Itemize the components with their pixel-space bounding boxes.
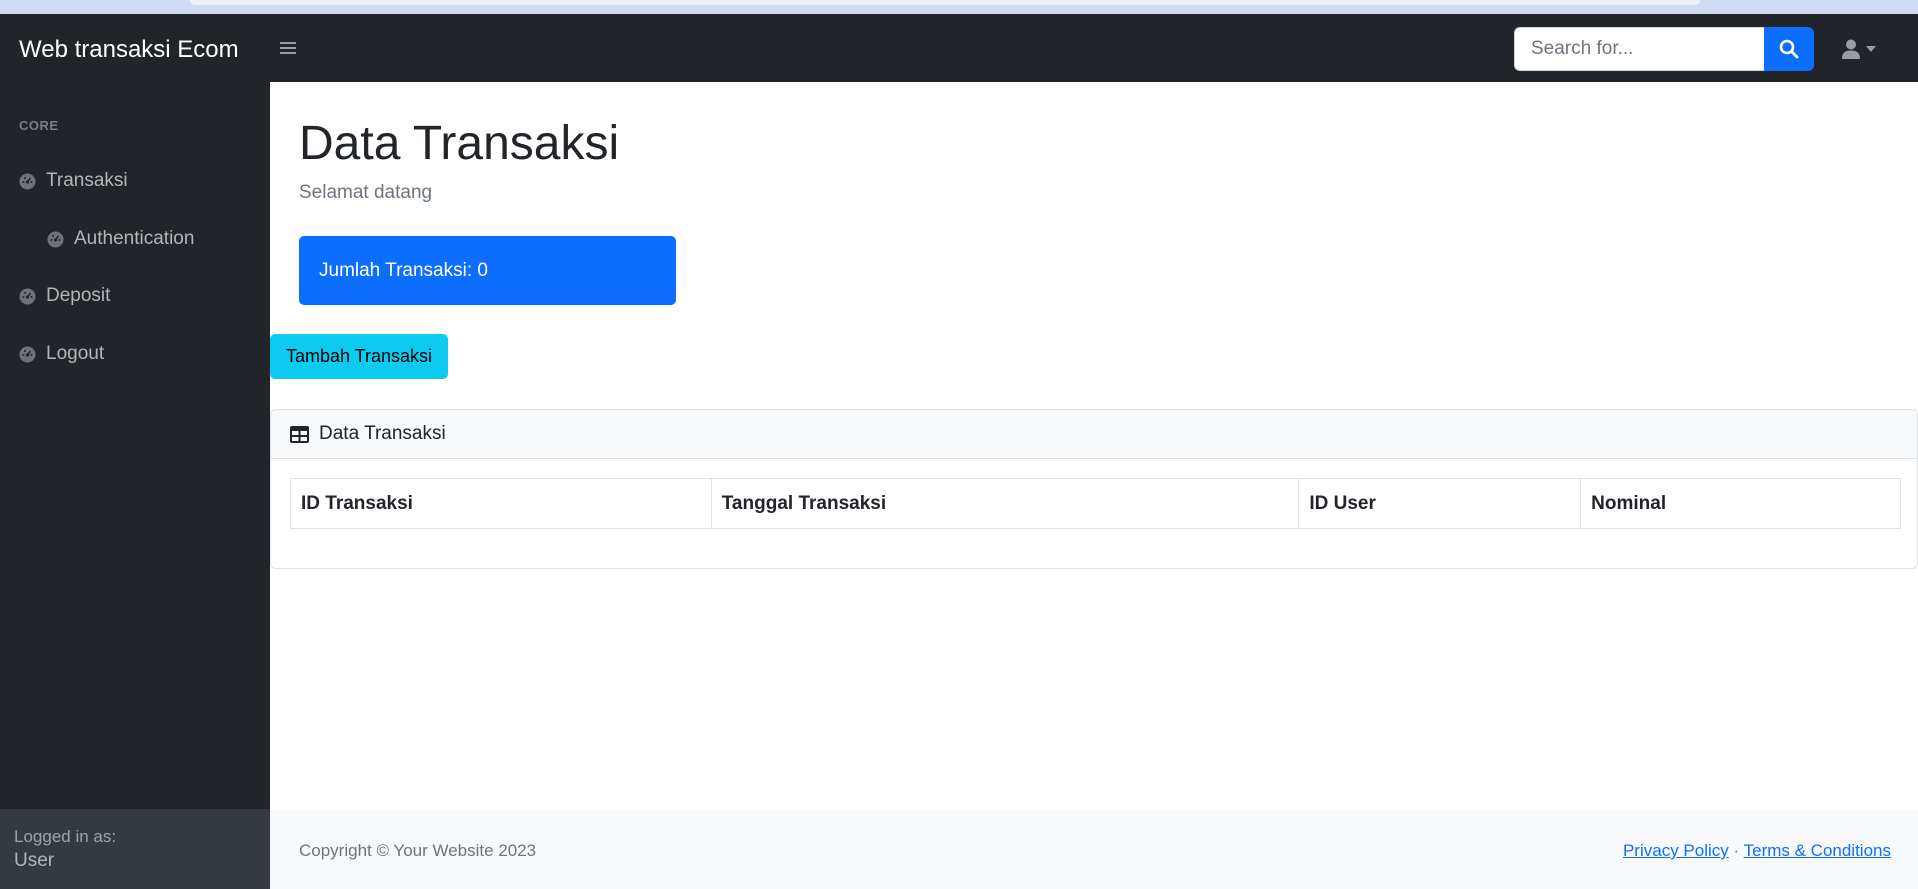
tachometer-icon [19,288,36,305]
column-header-id-user[interactable]: ID User [1298,478,1582,529]
column-header-id-transaksi[interactable]: ID Transaksi [290,478,712,529]
card-header: Data Transaksi [271,410,1917,459]
navbar-search-form [1514,27,1814,71]
sidebar-item-logout[interactable]: Logout [19,343,104,365]
main-content: Data Transaksi Selamat datang Jumlah Tra… [270,82,1918,889]
user-icon [1842,39,1860,59]
sidebar-item-label: Deposit [46,285,111,306]
transactions-table: ID Transaksi Tanggal Transaksi ID User N… [290,478,1901,529]
privacy-policy-link[interactable]: Privacy Policy [1623,841,1729,860]
tachometer-icon [19,346,36,363]
search-button[interactable] [1764,27,1814,71]
column-header-tanggal-transaksi[interactable]: Tanggal Transaksi [710,478,1300,529]
footer-link-separator: · [1733,841,1740,860]
sidebar-heading-core: CORE [19,118,59,133]
top-navbar: Web transaksi Ecom [0,14,1918,82]
sidebar-footer: Logged in as: User [0,809,270,889]
navbar-brand[interactable]: Web transaksi Ecom [19,36,239,64]
sidebar: CORE Transaksi Authentication Deposit Lo… [0,82,270,889]
sidebar-item-transaksi[interactable]: Transaksi [19,170,128,192]
browser-chrome-strip [0,0,1918,14]
search-input[interactable] [1514,27,1764,71]
page-footer: Copyright © Your Website 2023 Privacy Po… [270,810,1918,889]
sidebar-item-deposit[interactable]: Deposit [19,285,110,307]
copyright-text: Copyright © Your Website 2023 [299,841,537,860]
tachometer-icon [47,231,64,248]
user-dropdown-toggle[interactable] [1842,34,1876,64]
page-title: Data Transaksi [299,117,620,170]
caret-down-icon [1866,46,1876,52]
transaction-count-text: Jumlah Transaksi: 0 [319,259,488,281]
page-subtitle: Selamat datang [299,182,433,203]
tachometer-icon [19,173,36,190]
sidebar-item-authentication[interactable]: Authentication [47,228,194,250]
sidebar-item-label: Authentication [74,228,195,249]
search-icon [1779,39,1799,59]
terms-conditions-link[interactable]: Terms & Conditions [1744,841,1891,860]
sidebar-toggle-button[interactable] [276,36,300,60]
browser-address-bar-edge [190,0,1700,5]
logged-in-user: User [14,850,55,871]
card-header-title: Data Transaksi [319,423,446,444]
table-icon [290,425,309,443]
column-header-nominal[interactable]: Nominal [1580,478,1901,529]
add-transaction-button[interactable]: Tambah Transaksi [270,334,448,379]
footer-links: Privacy Policy · Terms & Conditions [1623,841,1891,861]
logged-in-label: Logged in as: [14,827,117,846]
sidebar-item-label: Transaksi [46,170,128,191]
bars-icon [280,42,296,54]
sidebar-item-label: Logout [46,343,105,364]
transaction-count-card: Jumlah Transaksi: 0 [299,236,676,305]
transactions-card: Data Transaksi ID Transaksi Tanggal Tran… [270,409,1918,569]
table-header-row: ID Transaksi Tanggal Transaksi ID User N… [290,478,1901,529]
